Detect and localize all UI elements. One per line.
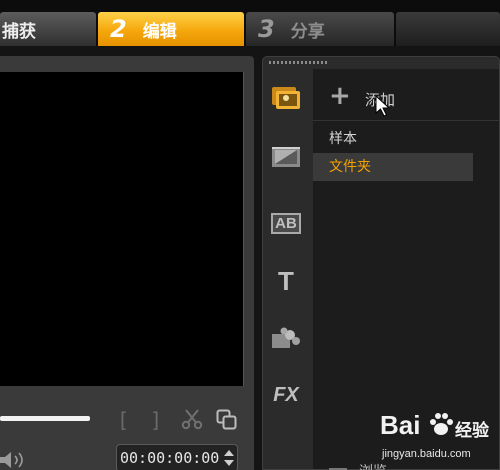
library-panel: AB T FX + 添加 样本 文件夹 — [262, 56, 500, 470]
folder-item-folder[interactable]: 文件夹 — [313, 153, 473, 181]
transition-icon[interactable] — [269, 141, 303, 173]
media-icon[interactable] — [269, 81, 303, 113]
step-capture-label: 捕获 — [2, 21, 36, 42]
mark-in-button[interactable]: [ — [117, 408, 129, 432]
scrub-bar[interactable] — [0, 416, 90, 421]
folder-item-samples[interactable]: 样本 — [313, 125, 499, 153]
watermark-logo: Bai — [380, 410, 421, 440]
graphic-icon[interactable] — [269, 323, 303, 355]
baidu-jingyan-watermark: Bai 经验 jingyan.baidu.com — [380, 410, 498, 468]
step-share-tab[interactable]: 3 分享 — [246, 12, 394, 46]
fx-icon[interactable]: FX — [269, 379, 303, 411]
mouse-pointer-icon — [375, 95, 391, 117]
workflow-step-bar: 捕获 2 编辑 3 分享 — [0, 0, 500, 46]
step-edit-number: 2 — [110, 15, 127, 43]
text-t-icon[interactable]: T — [269, 265, 303, 297]
plus-icon: + — [329, 81, 351, 111]
add-folder-button[interactable]: + 添加 — [313, 77, 499, 121]
timecode-value: 00:00:00:00 — [120, 449, 220, 467]
library-content: + 添加 样本 文件夹 浏览 — [313, 69, 499, 470]
title-ab-text: AB — [271, 212, 301, 234]
copy-icon[interactable] — [216, 409, 237, 430]
library-category-strip: AB T FX — [263, 69, 313, 469]
preview-screen — [0, 72, 244, 386]
panel-grip[interactable] — [269, 61, 329, 64]
volume-icon[interactable] — [0, 450, 30, 470]
mark-out-button[interactable]: ] — [150, 408, 162, 432]
title-ab-icon[interactable]: AB — [269, 207, 303, 239]
paw-icon — [430, 413, 453, 435]
step-bar-filler — [396, 12, 500, 46]
step-capture-tab[interactable]: 捕获 — [0, 12, 96, 46]
step-edit-label: 编辑 — [142, 21, 177, 42]
timecode-spinner-icon[interactable] — [223, 448, 235, 468]
text-t-text: T — [278, 265, 294, 296]
folder-list: 样本 文件夹 — [313, 125, 499, 181]
step-edit-tab[interactable]: 2 编辑 — [98, 12, 244, 46]
preview-panel: [ ] 00:00:00:00 — [0, 56, 254, 470]
watermark-url: jingyan.baidu.com — [382, 448, 471, 460]
watermark-suffix: 经验 — [455, 421, 489, 441]
step-share-label: 分享 — [290, 21, 325, 42]
fx-text: FX — [273, 383, 299, 406]
scissors-icon[interactable] — [181, 408, 203, 430]
step-share-number: 3 — [258, 15, 275, 43]
timecode-field[interactable]: 00:00:00:00 — [116, 444, 238, 470]
